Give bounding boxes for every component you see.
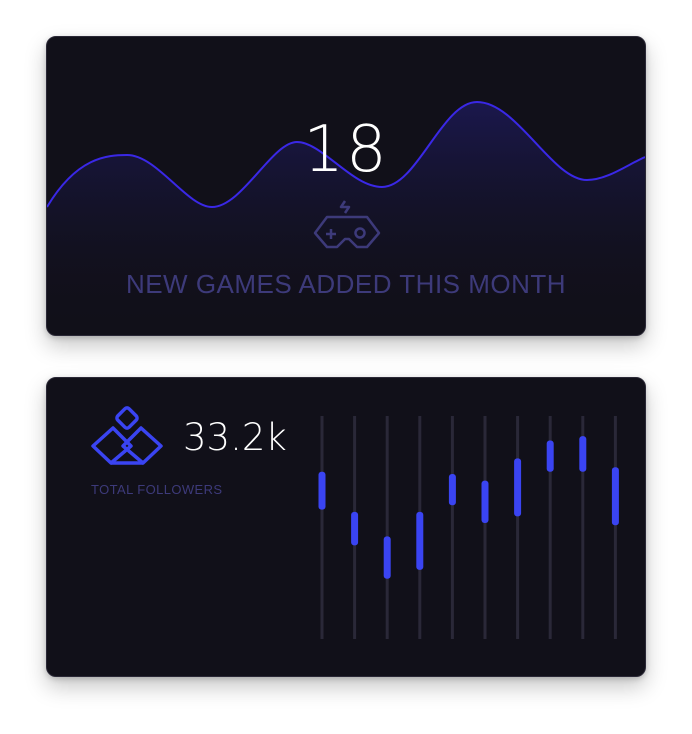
new-games-label: NEW GAMES ADDED THIS MONTH <box>125 269 567 299</box>
follower-bar <box>514 458 522 517</box>
follower-bar <box>448 473 456 506</box>
games-card: 18 NEW GAMES ADDED THIS MONTH <box>46 36 646 336</box>
follower-bar <box>481 480 489 524</box>
follower-bar <box>318 471 326 510</box>
follower-bar <box>579 436 587 472</box>
follower-bar <box>416 511 424 570</box>
follower-bar <box>546 440 554 472</box>
follower-bar <box>351 511 359 546</box>
followers-card: 33.2k TOTAL FOLLOWERS <box>46 377 646 677</box>
new-games-count: 18 <box>303 113 389 187</box>
followers-bar-chart <box>318 416 619 639</box>
follower-bar <box>383 536 391 579</box>
gamepad-icon <box>311 199 383 256</box>
follower-bar <box>611 467 619 526</box>
